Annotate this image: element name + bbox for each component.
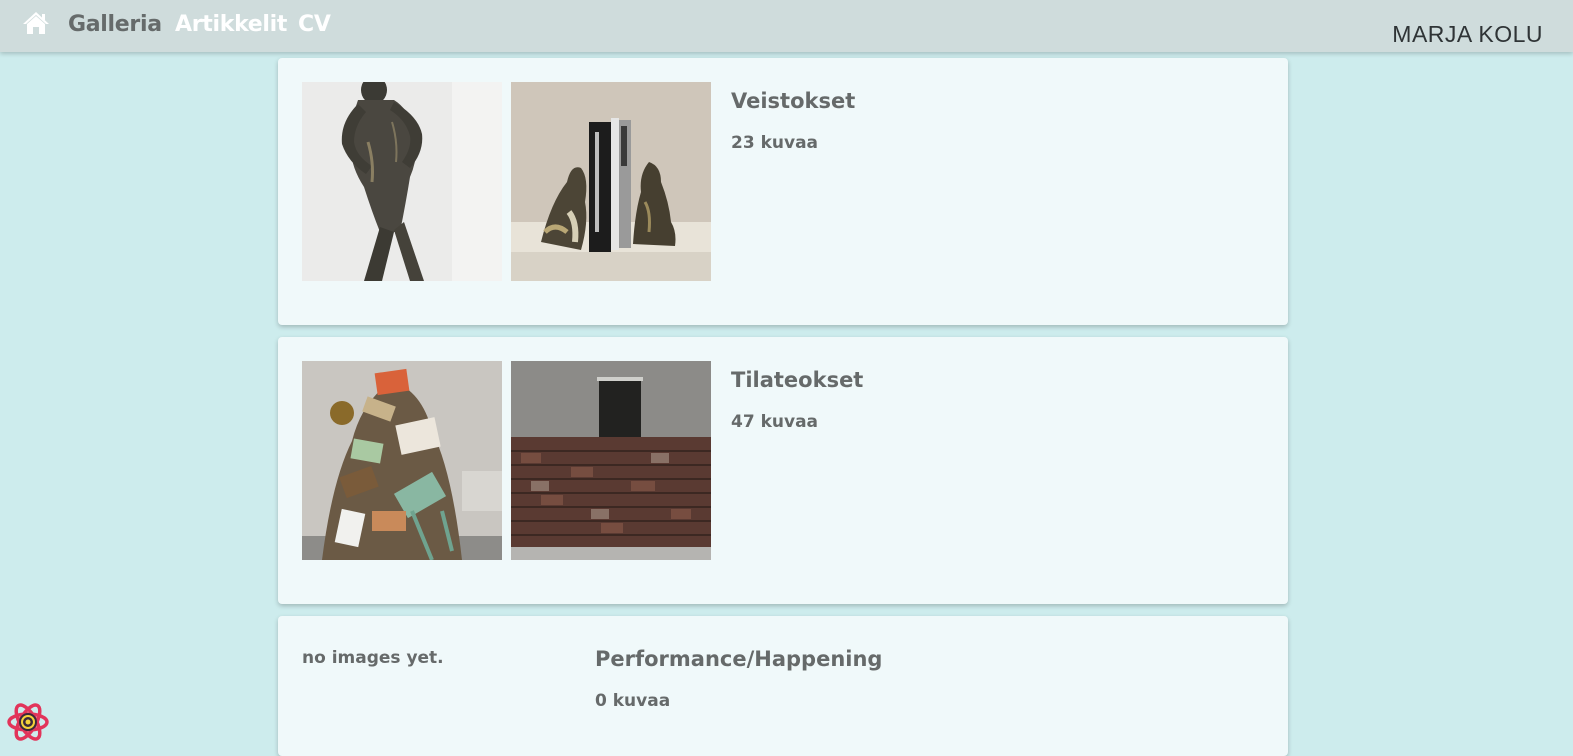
nav-link-artikkelit[interactable]: Artikkelit	[175, 12, 287, 37]
gallery-card-tilateokset[interactable]: Tilateokset 47 kuvaa	[278, 337, 1288, 604]
gallery-thumbnail[interactable]	[511, 82, 711, 281]
nav-link-galleria[interactable]: Galleria	[68, 12, 162, 37]
top-navigation-bar: Galleria Artikkelit CV MARJA KOLU	[0, 0, 1573, 52]
gallery-image-count: 23 kuvaa	[731, 133, 819, 153]
gallery-image-count: 47 kuvaa	[731, 412, 819, 432]
gallery-title: Performance/Happening	[595, 647, 883, 671]
gallery-thumbnail[interactable]	[511, 361, 711, 560]
gallery-card-veistokset[interactable]: Veistokset 23 kuvaa	[278, 58, 1288, 325]
gallery-thumbnail[interactable]	[302, 82, 502, 281]
no-images-text: no images yet.	[302, 648, 444, 668]
site-title: MARJA KOLU	[1392, 21, 1543, 47]
gallery-thumbnail[interactable]	[302, 361, 502, 560]
gallery-title: Veistokset	[731, 89, 856, 113]
gallery-image-count: 0 kuvaa	[595, 691, 671, 711]
react-devtools-icon[interactable]	[7, 702, 49, 742]
home-icon[interactable]	[22, 11, 50, 35]
gallery-title: Tilateokset	[731, 368, 864, 392]
gallery-card-performance-happening[interactable]: no images yet. Performance/Happening 0 k…	[278, 616, 1288, 756]
nav-link-cv[interactable]: CV	[298, 12, 331, 37]
